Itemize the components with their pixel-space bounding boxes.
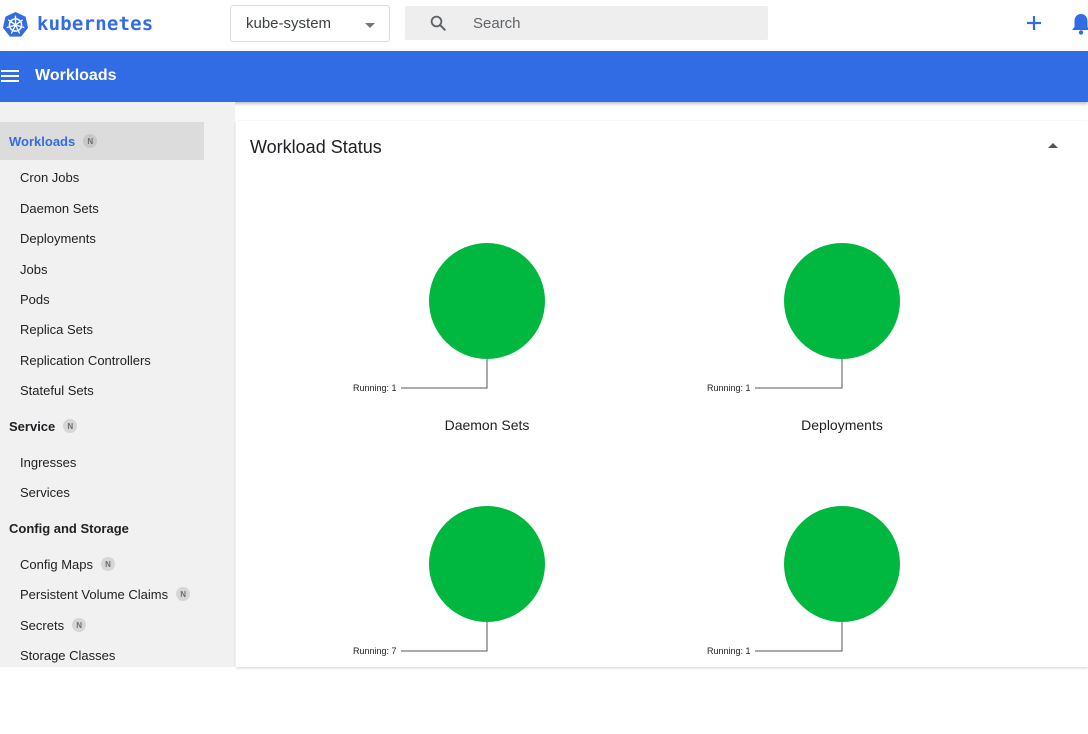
sidebar-item-daemon-sets[interactable]: Daemon Sets xyxy=(20,197,99,219)
card-title: Workload Status xyxy=(250,137,382,157)
sidebar-item-cron-jobs[interactable]: Cron Jobs xyxy=(20,166,79,188)
search-input[interactable] xyxy=(473,6,753,40)
kubernetes-wheel-icon xyxy=(2,11,29,37)
sidebar-section-label: Service xyxy=(9,418,56,434)
app-bar: Workloads xyxy=(0,51,1088,102)
sidebar-item-persistent-volume-claims[interactable]: Persistent Volume Claims N xyxy=(20,583,191,605)
status-chart-deployments: Running: 1 Deployments xyxy=(700,241,960,471)
sidebar-item-deployments[interactable]: Deployments xyxy=(20,227,96,249)
label-leader-line xyxy=(755,622,843,652)
top-bar: kubernetes kube-system xyxy=(0,0,1088,51)
search-bar[interactable] xyxy=(405,6,768,40)
running-count-label: Running: 1 xyxy=(707,646,751,656)
sidebar-section-label: Workloads xyxy=(9,133,76,149)
namespaced-badge: N xyxy=(63,419,78,433)
sidebar-item-label: Config Maps xyxy=(20,556,93,572)
sidebar-item-replication-controllers[interactable]: Replication Controllers xyxy=(20,349,151,371)
status-chart: Running: 1 xyxy=(700,504,960,734)
label-leader-line xyxy=(755,359,843,389)
sidebar-item-label: Storage Classes xyxy=(20,647,116,663)
label-leader-line xyxy=(401,622,488,652)
sidebar-item-storage-classes[interactable]: Storage Classes xyxy=(20,644,115,666)
sidebar-item-config-maps[interactable]: Config Maps N xyxy=(20,553,115,575)
search-icon xyxy=(430,15,446,31)
sidebar: Workloads N Cron Jobs Daemon Sets Deploy… xyxy=(0,102,235,667)
status-chart-svg xyxy=(755,243,900,389)
collapse-icon[interactable] xyxy=(1048,143,1058,148)
sidebar-section-workloads[interactable]: Workloads N xyxy=(0,122,204,160)
namespace-value: kube-system xyxy=(246,15,332,32)
namespaced-badge: N xyxy=(72,618,87,632)
status-chart-svg xyxy=(755,506,900,652)
chart-name: Deployments xyxy=(801,417,883,433)
sidebar-section-config-and-storage[interactable]: Config and Storage xyxy=(0,509,204,547)
running-slice[interactable] xyxy=(429,243,545,359)
running-slice[interactable] xyxy=(784,506,900,622)
namespace-select[interactable]: kube-system xyxy=(230,5,390,42)
sidebar-section-label: Config and Storage xyxy=(9,520,129,536)
sidebar-item-ingresses[interactable]: Ingresses xyxy=(20,451,76,473)
plus-icon[interactable] xyxy=(1022,11,1046,35)
running-count-label: Running: 1 xyxy=(707,383,751,393)
sidebar-item-label: Persistent Volume Claims xyxy=(20,586,169,602)
sidebar-item-secrets[interactable]: Secrets N xyxy=(20,614,87,636)
status-chart-daemon-sets: Running: 1 Daemon Sets xyxy=(346,241,606,471)
sidebar-item-stateful-sets[interactable]: Stateful Sets xyxy=(20,379,94,401)
sidebar-item-services[interactable]: Services xyxy=(20,481,70,503)
status-chart-svg xyxy=(401,506,545,652)
bell-icon[interactable] xyxy=(1070,12,1088,36)
sidebar-item-pods[interactable]: Pods xyxy=(20,288,50,310)
brand-name: kubernetes xyxy=(37,13,154,35)
page-title: Workloads xyxy=(35,67,117,84)
status-chart: Running: 7 xyxy=(346,504,606,734)
namespaced-badge: N xyxy=(100,557,115,571)
status-chart-svg xyxy=(401,243,545,389)
sidebar-section-service[interactable]: Service N xyxy=(0,407,204,445)
sidebar-item-replica-sets[interactable]: Replica Sets xyxy=(20,318,93,340)
running-slice[interactable] xyxy=(429,506,545,622)
running-slice[interactable] xyxy=(784,243,900,359)
chart-name: Daemon Sets xyxy=(444,417,530,433)
menu-icon[interactable] xyxy=(1,68,19,84)
workload-status-card: Workload Status Running: 1 Daemon Sets R… xyxy=(236,121,1088,667)
running-count-label: Running: 7 xyxy=(353,646,397,656)
namespaced-badge: N xyxy=(176,587,191,601)
label-leader-line xyxy=(401,359,488,389)
caret-down-icon xyxy=(365,23,375,28)
running-count-label: Running: 1 xyxy=(353,383,397,393)
sidebar-item-label: Secrets xyxy=(20,617,65,633)
namespaced-badge: N xyxy=(83,134,98,148)
kubernetes-logo-link[interactable]: kubernetes xyxy=(2,9,153,39)
sidebar-item-jobs[interactable]: Jobs xyxy=(20,258,47,280)
